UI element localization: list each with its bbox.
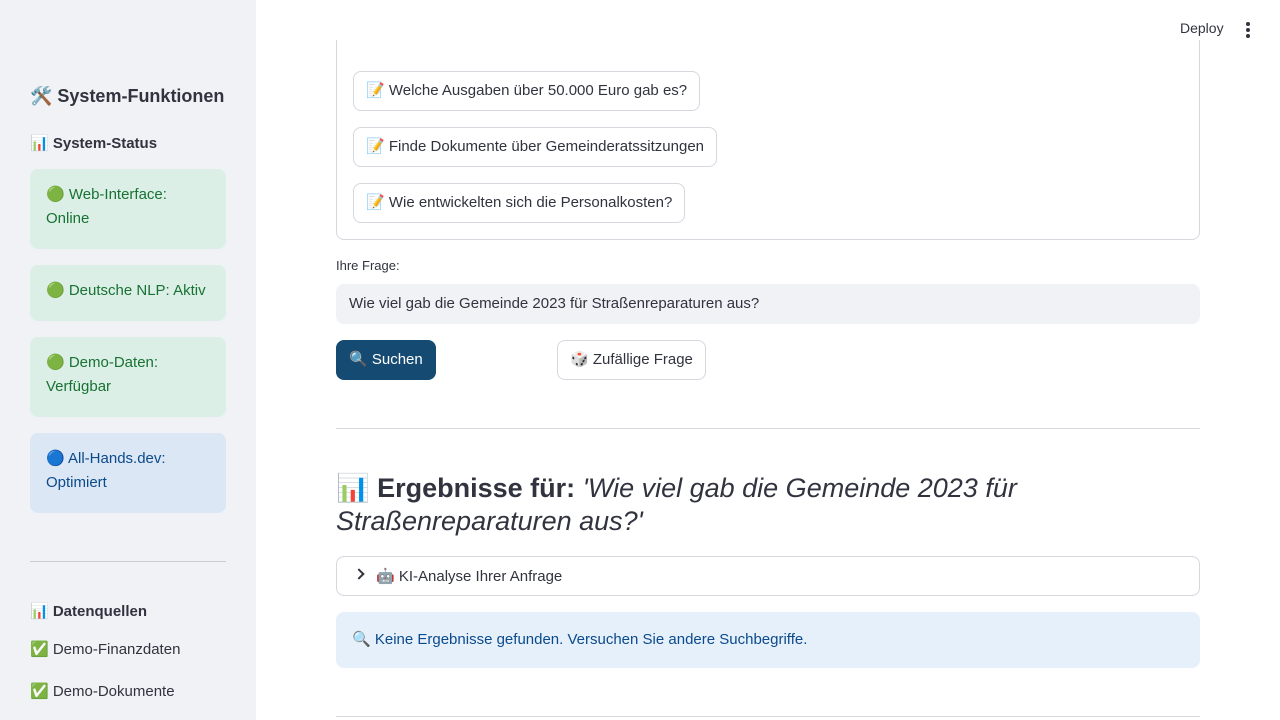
- section-divider: [336, 428, 1200, 429]
- no-results-text: 🔍 Keine Ergebnisse gefunden. Versuchen S…: [352, 631, 808, 648]
- sidebar: 🛠️ System-Funktionen 📊 System-Status 🟢 W…: [0, 0, 256, 720]
- sidebar-title: 🛠️ System-Funktionen: [30, 86, 225, 106]
- status-web-interface-text: 🟢 Web-Interface: Online: [46, 186, 167, 227]
- sidebar-divider: [30, 561, 226, 562]
- question-input[interactable]: Wie viel gab die Gemeinde 2023 für Straß…: [336, 284, 1200, 324]
- random-question-button[interactable]: 🎲 Zufällige Frage: [557, 340, 706, 380]
- bottom-divider: [336, 716, 1200, 717]
- source-demo-finanzdaten: ✅ Demo-Finanzdaten: [30, 641, 181, 658]
- status-all-hands-text: 🔵 All-Hands.dev: Optimiert: [46, 450, 166, 491]
- kebab-menu-icon[interactable]: [1240, 20, 1256, 40]
- question-label: Ihre Frage:: [336, 258, 400, 273]
- example-question-button[interactable]: 📝 Wie entwickelten sich die Personalkost…: [353, 183, 686, 223]
- data-sources-heading: 📊 Datenquellen: [30, 603, 148, 620]
- example-question-button[interactable]: 📝 Finde Dokumente über Gemeinderatssitzu…: [353, 127, 718, 167]
- chevron-right-icon: [353, 568, 365, 580]
- status-deutsche-nlp: 🟢 Deutsche NLP: Aktiv: [30, 265, 226, 321]
- source-demo-dokumente: ✅ Demo-Dokumente: [30, 683, 175, 700]
- ai-analysis-expander[interactable]: 🤖 KI-Analyse Ihrer Anfrage: [336, 556, 1200, 596]
- ai-analysis-label: 🤖 KI-Analyse Ihrer Anfrage: [376, 568, 563, 585]
- search-button[interactable]: 🔍 Suchen: [336, 340, 436, 380]
- results-heading: 📊 Ergebnisse für: 'Wie viel gab die Geme…: [336, 472, 1036, 538]
- deploy-button[interactable]: Deploy: [1180, 20, 1224, 36]
- status-all-hands: 🔵 All-Hands.dev: Optimiert: [30, 433, 226, 513]
- status-demo-daten-text: 🟢 Demo-Daten: Verfügbar: [46, 354, 159, 395]
- system-status-heading: 📊 System-Status: [30, 135, 158, 152]
- results-heading-prefix: 📊 Ergebnisse für:: [336, 473, 583, 503]
- status-deutsche-nlp-text: 🟢 Deutsche NLP: Aktiv: [46, 282, 206, 299]
- status-web-interface: 🟢 Web-Interface: Online: [30, 169, 226, 249]
- example-question-button[interactable]: 📝 Welche Ausgaben über 50.000 Euro gab e…: [353, 71, 701, 111]
- status-demo-daten: 🟢 Demo-Daten: Verfügbar: [30, 337, 226, 417]
- no-results-info: 🔍 Keine Ergebnisse gefunden. Versuchen S…: [336, 612, 1200, 668]
